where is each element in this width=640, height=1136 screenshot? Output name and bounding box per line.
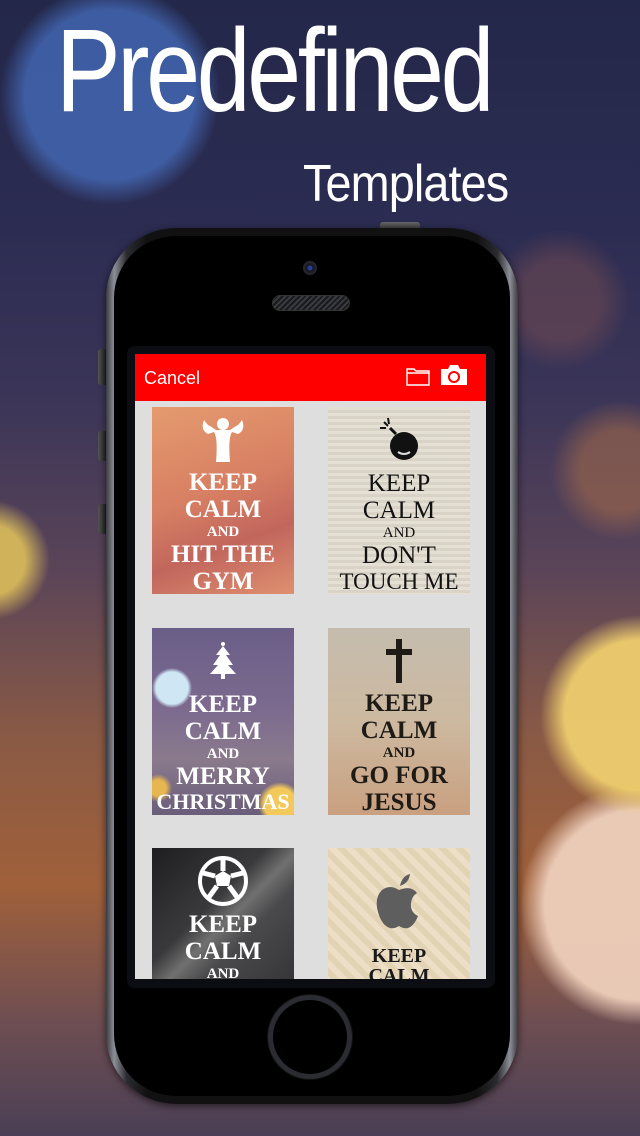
template-line: GYM — [192, 568, 254, 594]
template-tile[interactable]: KEEP CALM AND LOVE — [152, 848, 294, 979]
template-line: KEEP — [364, 690, 434, 717]
bomb-icon — [374, 411, 424, 469]
template-tile[interactable]: KEEP CALM — [328, 848, 470, 979]
camera-icon[interactable] — [440, 364, 468, 391]
apple-logo-icon — [374, 862, 424, 942]
cancel-button[interactable]: Cancel — [144, 368, 200, 389]
folder-icon[interactable] — [406, 366, 430, 391]
template-line: GO FOR — [350, 762, 448, 789]
front-camera-icon — [303, 261, 317, 275]
promo-headline: Predefined — [56, 5, 495, 137]
bodybuilder-icon — [196, 411, 250, 468]
template-line: AND — [382, 525, 416, 541]
template-tile[interactable]: KEEP CALM AND HIT THE GYM — [152, 407, 294, 594]
phone-volume-down — [98, 504, 106, 534]
soccer-ball-icon — [197, 852, 249, 910]
template-line: TOUCH ME — [339, 569, 459, 594]
template-line: KEEP — [188, 911, 258, 938]
template-line: CALM — [184, 496, 262, 523]
template-line: MERRY — [176, 763, 270, 790]
template-line: CALM — [184, 938, 262, 965]
template-line: AND — [206, 746, 240, 762]
template-line: JESUS — [361, 789, 437, 815]
phone-volume-up — [98, 431, 106, 461]
home-button[interactable] — [273, 1000, 347, 1074]
template-line: KEEP — [188, 691, 258, 718]
template-line: AND — [206, 966, 240, 980]
cross-icon — [384, 632, 414, 689]
template-line: DON'T — [362, 542, 436, 569]
app-screen: Cancel KEEP CALM AND HIT THE GYM KEEP CA… — [135, 354, 486, 979]
template-line: CHRISTMAS — [156, 789, 290, 814]
template-line: HIT THE — [171, 541, 275, 568]
template-line: CALM — [360, 717, 438, 744]
template-line: CALM — [368, 965, 430, 979]
template-tile[interactable]: KEEP CALM AND MERRY CHRISTMAS — [152, 628, 294, 815]
phone-mute-switch — [98, 349, 106, 385]
template-line: CALM — [184, 718, 262, 745]
template-line: AND — [206, 524, 240, 540]
template-line: KEEP — [371, 945, 427, 967]
navigation-bar: Cancel — [135, 354, 486, 401]
template-line: AND — [382, 745, 416, 761]
template-line: KEEP — [188, 469, 258, 496]
template-line: CALM — [362, 497, 436, 524]
christmas-tree-icon — [208, 632, 238, 690]
promo-subline: Templates — [303, 155, 509, 213]
earpiece-speaker — [272, 295, 350, 311]
template-tile[interactable]: KEEP CALM AND DON'T TOUCH ME — [328, 407, 470, 594]
template-tile[interactable]: KEEP CALM AND GO FOR JESUS — [328, 628, 470, 815]
template-line: KEEP — [367, 470, 431, 497]
